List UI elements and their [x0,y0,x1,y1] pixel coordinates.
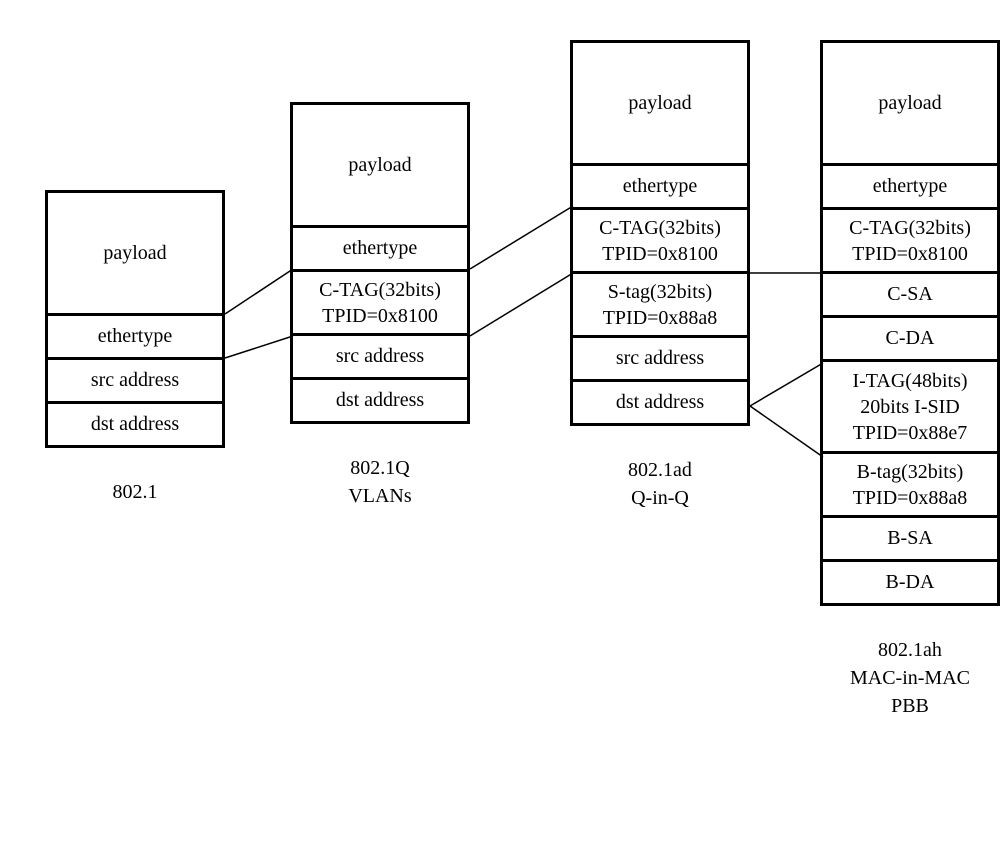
cell-payload: payload [48,193,222,313]
caption-802-1: 802.1 [45,478,225,506]
cell-ethertype: ethertype [573,163,747,207]
cell-c-sa: C-SA [823,271,997,315]
cell-i-tag: I-TAG(48bits)20bits I-SIDTPID=0x88e7 [823,359,997,451]
cell-c-tag: C-TAG(32bits)TPID=0x8100 [293,269,467,333]
cell-ethertype: ethertype [293,225,467,269]
cell-payload: payload [573,43,747,163]
cell-ethertype: ethertype [823,163,997,207]
cell-b-sa: B-SA [823,515,997,559]
column-802-1q: payload ethertype C-TAG(32bits)TPID=0x81… [290,102,470,510]
stack-802-1ad: payload ethertype C-TAG(32bits)TPID=0x81… [570,40,750,426]
diagram-container: payload ethertype src address dst addres… [20,20,980,820]
column-802-1ah: payload ethertype C-TAG(32bits)TPID=0x81… [820,40,1000,720]
cell-c-tag: C-TAG(32bits)TPID=0x8100 [573,207,747,271]
cell-dst-address: dst address [293,377,467,421]
caption-802-1ah: 802.1ahMAC-in-MACPBB [820,636,1000,720]
cell-src-address: src address [48,357,222,401]
cell-payload: payload [823,43,997,163]
cell-ethertype: ethertype [48,313,222,357]
cell-payload: payload [293,105,467,225]
column-802-1: payload ethertype src address dst addres… [45,190,225,506]
cell-c-tag: C-TAG(32bits)TPID=0x8100 [823,207,997,271]
column-802-1ad: payload ethertype C-TAG(32bits)TPID=0x81… [570,40,750,512]
stack-802-1q: payload ethertype C-TAG(32bits)TPID=0x81… [290,102,470,424]
cell-b-tag: B-tag(32bits)TPID=0x88a8 [823,451,997,515]
cell-s-tag: S-tag(32bits)TPID=0x88a8 [573,271,747,335]
cell-c-da: C-DA [823,315,997,359]
cell-b-da: B-DA [823,559,997,603]
caption-802-1ad: 802.1adQ-in-Q [570,456,750,512]
cell-src-address: src address [573,335,747,379]
stack-802-1: payload ethertype src address dst addres… [45,190,225,448]
cell-dst-address: dst address [48,401,222,445]
cell-src-address: src address [293,333,467,377]
cell-dst-address: dst address [573,379,747,423]
stack-802-1ah: payload ethertype C-TAG(32bits)TPID=0x81… [820,40,1000,606]
caption-802-1q: 802.1QVLANs [290,454,470,510]
